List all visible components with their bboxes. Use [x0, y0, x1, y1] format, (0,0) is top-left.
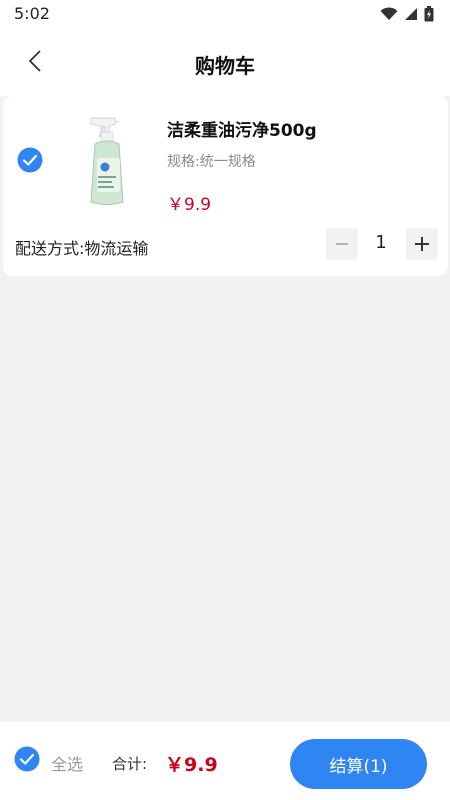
status-time: 5:02	[14, 4, 50, 23]
total-label: 合计:	[112, 755, 148, 773]
product-image[interactable]	[69, 110, 149, 210]
cart-item-card: 洁柔重油污净500g 规格:统一规格 ￥9.9 配送方式:物流运输 1	[3, 96, 448, 276]
delivery-method: 配送方式:物流运输	[15, 239, 149, 258]
page-title: 购物车	[195, 54, 255, 78]
status-bar: 5:02	[0, 0, 450, 30]
select-all-label[interactable]: 全选	[51, 751, 83, 775]
quantity-increase-button[interactable]	[406, 228, 438, 260]
check-circle-icon	[14, 746, 40, 772]
plus-icon	[415, 237, 429, 251]
top-area: 5:02 购物车	[0, 0, 450, 96]
status-icons	[380, 6, 434, 22]
product-spec: 规格:统一规格	[167, 154, 256, 170]
signal-icon	[405, 8, 417, 20]
minus-icon	[336, 243, 348, 245]
battery-icon	[424, 6, 434, 22]
checkout-button[interactable]: 结算(1)	[290, 739, 427, 789]
select-all-checkbox[interactable]	[14, 746, 40, 772]
item-select-checkbox[interactable]	[17, 147, 43, 173]
spray-bottle-image	[90, 117, 124, 205]
total-value: ￥9.9	[165, 754, 218, 776]
wifi-icon	[380, 7, 398, 20]
product-name[interactable]: 洁柔重油污净500g	[167, 116, 317, 141]
checkout-bar: 全选 合计: ￥9.9 结算(1)	[0, 722, 450, 800]
nav-bar: 购物车	[0, 38, 450, 88]
product-price: ￥9.9	[167, 195, 212, 215]
quantity-decrease-button[interactable]	[326, 228, 358, 260]
check-circle-icon	[17, 147, 43, 173]
quantity-value[interactable]: 1	[369, 232, 393, 253]
